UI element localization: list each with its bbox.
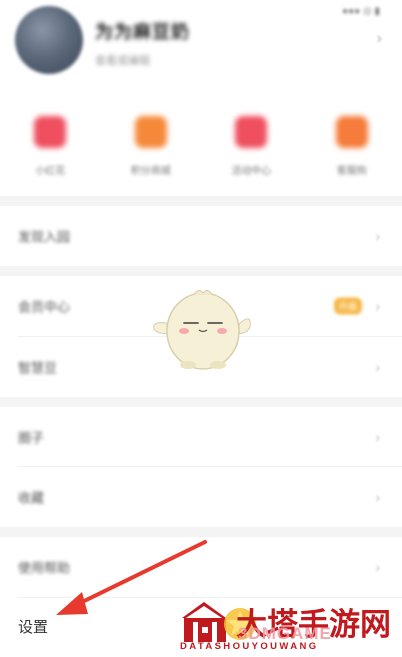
menu-item-favorites[interactable]: 收藏 › — [0, 467, 402, 527]
section-divider — [0, 266, 402, 276]
upgrade-badge: 升级 — [333, 297, 362, 315]
flower-icon — [34, 116, 67, 148]
menu-item-discover[interactable]: 发现入园 › — [0, 206, 402, 266]
loading-mascot-icon — [153, 289, 251, 370]
bag-icon — [335, 116, 368, 148]
chevron-right-icon: › — [375, 298, 380, 314]
section-divider — [0, 196, 402, 206]
status-indicator: ●●● ◎ ▮ — [342, 6, 380, 17]
menu-item-label: 智慧豆 — [18, 360, 58, 376]
settings-menu-item[interactable]: 设置 — [18, 616, 48, 637]
menu-item-label: 收藏 — [18, 490, 45, 506]
section-divider — [0, 527, 402, 537]
menu-item-label: 发现入园 — [18, 229, 71, 245]
menu-item-label: 会员中心 — [18, 299, 71, 315]
quick-action-label: 小红花 — [35, 166, 66, 177]
username: 为为麻豆奶 — [95, 22, 190, 42]
profile-page: 为为麻豆奶 查看或编辑 ●●● ◎ ▮ › 小红花 积分商城 活动中心 客服购 … — [0, 0, 402, 657]
chevron-right-icon[interactable]: › — [377, 30, 382, 48]
quick-actions: 小红花 积分商城 活动中心 客服购 — [0, 112, 402, 192]
chevron-right-icon: › — [375, 429, 380, 445]
menu-item-circle[interactable]: 圈子 › — [0, 407, 402, 467]
row-separator — [18, 597, 402, 598]
quick-action-flower[interactable]: 小红花 — [0, 112, 101, 192]
chevron-right-icon: › — [375, 489, 380, 505]
site-watermark: 大塔手游网 3DMGAME DATASHOUYOUWANG — [178, 600, 400, 655]
menu-item-label: 使用帮助 — [18, 560, 71, 576]
quick-action-activity-center[interactable]: 活动中心 — [201, 112, 302, 192]
shop-icon — [134, 116, 167, 148]
avatar[interactable] — [15, 6, 83, 74]
chevron-right-icon: › — [375, 359, 380, 375]
quick-action-service[interactable]: 客服购 — [302, 112, 402, 192]
chevron-right-icon: › — [375, 559, 380, 575]
section-divider — [0, 397, 402, 407]
quick-action-points-mall[interactable]: 积分商城 — [101, 112, 202, 192]
chevron-right-icon: › — [375, 228, 380, 244]
quick-action-label: 活动中心 — [231, 166, 272, 177]
gift-icon — [235, 116, 268, 148]
quick-action-label: 积分商城 — [130, 166, 171, 177]
quick-action-label: 客服购 — [336, 166, 367, 177]
menu-item-help[interactable]: 使用帮助 › — [0, 537, 402, 597]
profile-subtitle: 查看或编辑 — [95, 55, 150, 67]
watermark-subtitle: DATASHOUYOUWANG — [180, 641, 319, 652]
profile-header[interactable]: 为为麻豆奶 查看或编辑 ●●● ◎ ▮ › — [0, 0, 402, 90]
menu-item-label: 圈子 — [18, 430, 45, 446]
